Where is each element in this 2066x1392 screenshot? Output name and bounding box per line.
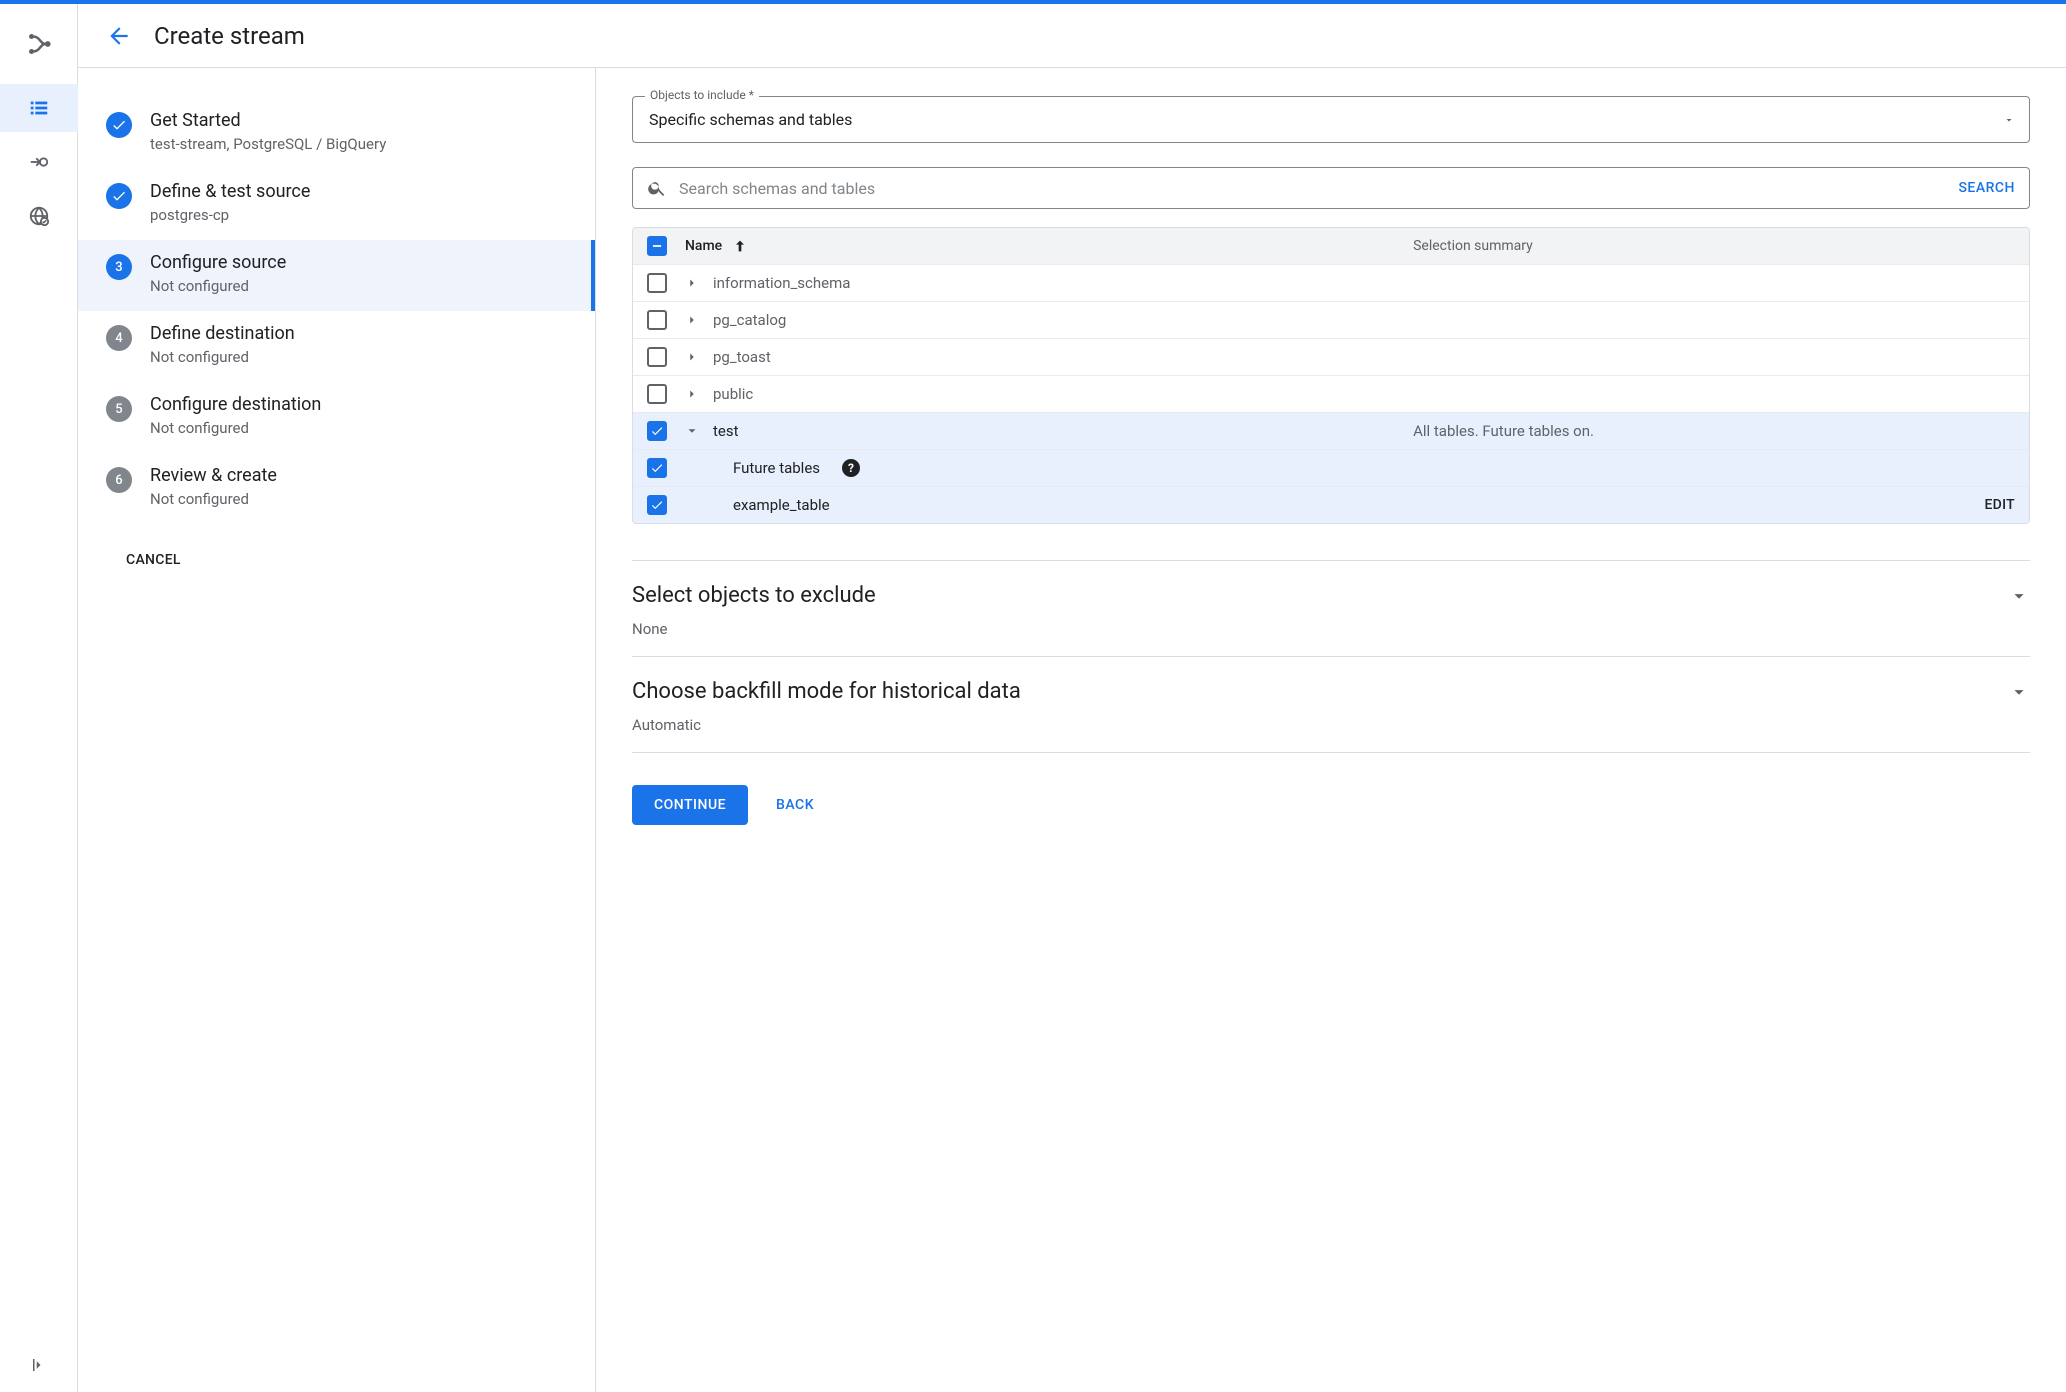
row-checkbox[interactable] xyxy=(647,458,667,478)
step-number-badge: 5 xyxy=(106,396,132,422)
step-number-badge: 6 xyxy=(106,467,132,493)
page-title: Create stream xyxy=(154,22,305,50)
expand-right-icon[interactable] xyxy=(685,276,699,290)
schema-row[interactable]: pg_toast xyxy=(633,338,2029,375)
step-review-create[interactable]: 6 Review & create Not configured xyxy=(78,453,595,524)
expand-right-icon[interactable] xyxy=(685,313,699,327)
nav-connections-icon[interactable] xyxy=(0,138,78,186)
expand-right-icon[interactable] xyxy=(685,350,699,364)
wizard-steps: Get Started test-stream, PostgreSQL / Bi… xyxy=(78,68,596,1392)
step-check-icon xyxy=(106,112,132,138)
step-configure-source[interactable]: 3 Configure source Not configured xyxy=(78,240,595,311)
row-checkbox[interactable] xyxy=(647,310,667,330)
step-title: Get Started xyxy=(150,110,386,131)
action-bar: CONTINUE BACK xyxy=(632,779,2030,825)
schema-row[interactable]: public xyxy=(633,375,2029,412)
step-define-destination[interactable]: 4 Define destination Not configured xyxy=(78,311,595,382)
icon-rail xyxy=(0,4,78,1392)
step-title: Review & create xyxy=(150,465,277,486)
sort-asc-icon[interactable] xyxy=(732,238,748,254)
exclude-toggle[interactable]: Select objects to exclude xyxy=(632,583,2030,608)
chevron-down-icon xyxy=(2008,681,2030,703)
schema-row[interactable]: information_schema xyxy=(633,264,2029,301)
schema-name: pg_toast xyxy=(713,348,771,366)
nav-private-icon[interactable] xyxy=(0,192,78,240)
step-title: Define destination xyxy=(150,323,295,344)
step-title: Configure source xyxy=(150,252,286,273)
table-row[interactable]: example_table EDIT xyxy=(633,486,2029,523)
schema-row[interactable]: pg_catalog xyxy=(633,301,2029,338)
step-subtitle: postgres-cp xyxy=(150,206,310,224)
expand-right-icon[interactable] xyxy=(685,387,699,401)
schema-name: public xyxy=(713,385,753,403)
step-number-badge: 3 xyxy=(106,254,132,280)
step-check-icon xyxy=(106,183,132,209)
step-subtitle: Not configured xyxy=(150,277,286,295)
step-configure-destination[interactable]: 5 Configure destination Not configured xyxy=(78,382,595,453)
backfill-toggle[interactable]: Choose backfill mode for historical data xyxy=(632,679,2030,704)
selection-summary: All tables. Future tables on. xyxy=(1413,422,1594,440)
row-checkbox[interactable] xyxy=(647,273,667,293)
section-value: Automatic xyxy=(632,716,2030,734)
search-icon xyxy=(647,178,667,198)
step-title: Define & test source xyxy=(150,181,310,202)
column-name[interactable]: Name xyxy=(685,238,722,254)
table-name: Future tables xyxy=(733,459,820,477)
schema-table: Name Selection summary information_schem… xyxy=(632,227,2030,524)
step-get-started[interactable]: Get Started test-stream, PostgreSQL / Bi… xyxy=(78,98,595,169)
step-define-source[interactable]: Define & test source postgres-cp xyxy=(78,169,595,240)
edit-button[interactable]: EDIT xyxy=(1984,497,2015,513)
nav-streams-icon[interactable] xyxy=(0,84,78,132)
backfill-section: Choose backfill mode for historical data… xyxy=(632,656,2030,753)
content-pane: Objects to include * Specific schemas an… xyxy=(596,68,2066,1392)
chevron-down-icon xyxy=(2008,585,2030,607)
row-checkbox[interactable] xyxy=(647,384,667,404)
select-all-checkbox[interactable] xyxy=(647,236,667,256)
help-icon[interactable]: ? xyxy=(842,459,860,477)
expand-down-icon[interactable] xyxy=(685,424,699,438)
cancel-button[interactable]: CANCEL xyxy=(126,552,181,568)
schema-name: information_schema xyxy=(713,274,850,292)
product-logo-icon xyxy=(19,24,59,64)
schema-search-box: SEARCH xyxy=(632,167,2030,209)
section-title: Select objects to exclude xyxy=(632,583,876,608)
row-checkbox[interactable] xyxy=(647,421,667,441)
back-arrow-icon[interactable] xyxy=(106,23,132,49)
expand-rail-icon[interactable] xyxy=(0,1356,78,1374)
exclude-section: Select objects to exclude None xyxy=(632,560,2030,656)
search-button[interactable]: SEARCH xyxy=(1958,180,2015,196)
back-button[interactable]: BACK xyxy=(776,797,814,813)
caret-down-icon xyxy=(2003,114,2015,126)
schema-name: pg_catalog xyxy=(713,311,786,329)
table-row[interactable]: Future tables ? xyxy=(633,449,2029,486)
step-subtitle: Not configured xyxy=(150,419,321,437)
step-subtitle: Not configured xyxy=(150,348,295,366)
table-header: Name Selection summary xyxy=(633,228,2029,264)
section-title: Choose backfill mode for historical data xyxy=(632,679,1021,704)
schema-name: test xyxy=(713,422,739,440)
table-name: example_table xyxy=(733,496,830,514)
column-summary: Selection summary xyxy=(1413,238,2015,254)
field-value: Specific schemas and tables xyxy=(649,110,2013,129)
field-legend: Objects to include * xyxy=(645,88,759,102)
objects-to-include-select[interactable]: Objects to include * Specific schemas an… xyxy=(632,96,2030,143)
step-subtitle: Not configured xyxy=(150,490,277,508)
page-header: Create stream xyxy=(78,4,2066,68)
continue-button[interactable]: CONTINUE xyxy=(632,785,748,825)
row-checkbox[interactable] xyxy=(647,347,667,367)
step-title: Configure destination xyxy=(150,394,321,415)
step-number-badge: 4 xyxy=(106,325,132,351)
row-checkbox[interactable] xyxy=(647,495,667,515)
schema-row[interactable]: test All tables. Future tables on. xyxy=(633,412,2029,449)
section-value: None xyxy=(632,620,2030,638)
step-subtitle: test-stream, PostgreSQL / BigQuery xyxy=(150,135,386,153)
schema-search-input[interactable] xyxy=(679,179,1946,198)
